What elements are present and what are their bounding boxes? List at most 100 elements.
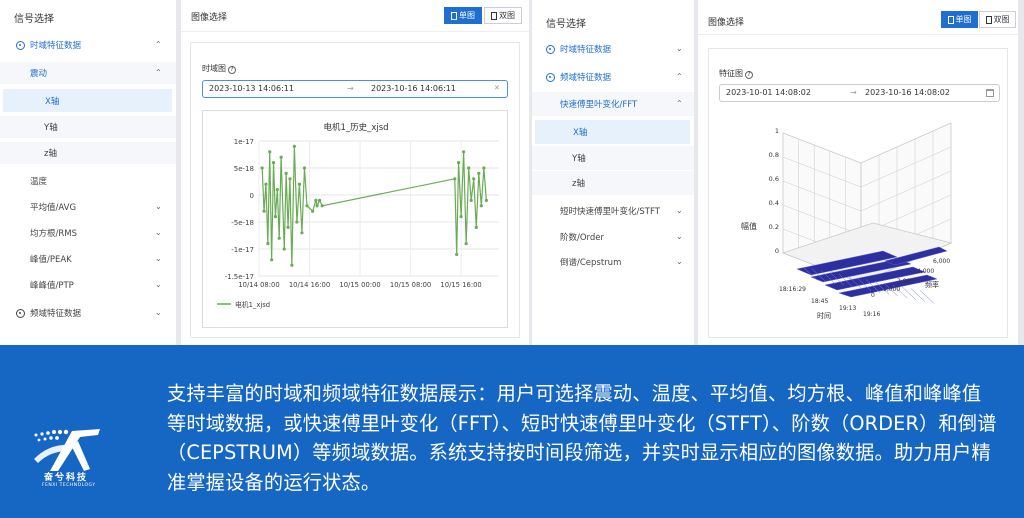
sidebar-item-temperature[interactable]: 温度 — [0, 172, 176, 190]
range-start[interactable]: 2023-10-01 14:08:02 — [726, 88, 811, 97]
sidebar-item-stft[interactable]: 短时快速傅里叶变化/STFT — [532, 202, 694, 220]
data-point — [284, 171, 288, 175]
image-select-title: 图像选择 — [191, 13, 228, 23]
range-start[interactable]: 2023-10-13 14:06:11 — [209, 84, 294, 93]
sidebar-title: 信号选择 — [546, 19, 586, 30]
sidebar-item-peak[interactable]: 峰值/PEAK — [0, 250, 176, 268]
sidebar-item-x-axis[interactable]: X轴 — [535, 120, 690, 144]
y-tick-label: 5e-18 — [234, 165, 254, 173]
chevron-down-icon: ⌄ — [155, 228, 162, 237]
z-tick-label: 1 — [775, 127, 779, 135]
sidebar-item-time-domain[interactable]: 时域特征数据 — [0, 36, 176, 54]
left-main: 图像选择 单图 双图 时域图? 2023-10-13 14:06:11 → 20… — [181, 0, 529, 345]
y-axis-label: 频率 — [925, 280, 939, 289]
data-point — [286, 225, 290, 229]
gear-icon — [546, 72, 555, 82]
logo-english-name: FENXI TECHNOLOGY — [42, 483, 96, 488]
double-chart-button[interactable]: 双图 — [484, 7, 522, 24]
sidebar-item-freq-domain[interactable]: 频域特征数据 — [532, 68, 694, 86]
sidebar-item-y-axis[interactable]: Y轴 — [532, 146, 694, 170]
legend-label: 电机1_xjsd — [235, 300, 270, 309]
x-tick-label: 18:16:29 — [779, 286, 806, 293]
data-point — [282, 247, 286, 251]
sidebar-item-order[interactable]: 阶数/Order — [532, 228, 694, 246]
chart-card: 特征图? 2023-10-01 14:08:02 → 2023-10-16 14… — [708, 48, 1008, 338]
sidebar-item-y-axis[interactable]: Y轴 — [0, 116, 176, 138]
sidebar-item-label: 时域特征数据 — [30, 41, 82, 51]
data-point — [482, 166, 486, 170]
right-main: 图像选择 单图 双图 特征图? 2023-10-01 14:08:02 → 20… — [698, 0, 1018, 345]
right-sidebar: 信号选择 时域特征数据 ⌄ 频域特征数据 ⌃ 快速傅里叶变化/FFT ⌃ X轴 … — [532, 0, 694, 345]
sidebar-item-z-axis[interactable]: z轴 — [0, 142, 176, 164]
data-point — [271, 161, 276, 165]
gear-icon — [16, 40, 25, 50]
chart-title: 电机1_历史_xjsd — [323, 122, 388, 133]
chevron-down-icon: ⌄ — [676, 232, 683, 241]
document-icon — [491, 11, 497, 20]
z-tick-label: 0.4 — [769, 199, 779, 207]
date-range-picker[interactable]: 2023-10-13 14:06:11 → 2023-10-16 14:06:1… — [202, 80, 508, 98]
y-tick-label: 2,000 — [897, 278, 914, 285]
data-point — [270, 258, 274, 262]
x-tick-label: 18:45 — [811, 298, 828, 305]
data-point — [290, 263, 294, 267]
z-tick-label: 0.2 — [769, 223, 779, 231]
chevron-up-icon: ⌃ — [155, 68, 162, 77]
data-point — [318, 198, 322, 202]
z-tick-label: 0 — [775, 247, 779, 255]
data-point — [302, 166, 307, 170]
field-label: 时域图? — [202, 63, 236, 74]
sidebar-item-ptp[interactable]: 峰峰值/PTP — [0, 276, 176, 294]
company-logo — [34, 429, 100, 471]
range-arrow: → — [347, 84, 354, 93]
x-tick-label: 19:13 — [839, 305, 856, 312]
data-point — [315, 204, 319, 208]
data-point — [314, 198, 318, 202]
clear-icon[interactable]: ✕ — [494, 84, 500, 92]
sidebar-item-time-domain[interactable]: 时域特征数据 — [532, 40, 694, 58]
single-chart-button[interactable]: 单图 — [444, 7, 482, 24]
calendar-icon[interactable] — [986, 89, 994, 97]
chevron-down-icon: ⌄ — [676, 257, 683, 266]
image-select-title: 图像选择 — [708, 18, 745, 28]
data-point — [479, 204, 483, 208]
chevron-up-icon: ⌃ — [676, 72, 683, 81]
y-tick-label: 0 — [871, 292, 875, 299]
x-tick-label: 19:16 — [863, 311, 880, 318]
y-tick-label: 1,000 — [883, 286, 900, 293]
sidebar-title: 信号选择 — [14, 14, 54, 25]
range-end[interactable]: 2023-10-16 14:06:11 — [371, 84, 456, 93]
sidebar-item-freq-domain[interactable]: 频域特征数据 — [0, 304, 176, 322]
single-chart-button[interactable]: 单图 — [941, 11, 978, 28]
double-chart-button[interactable]: 双图 — [979, 11, 1016, 28]
sidebar-item-label: X轴 — [45, 96, 60, 107]
logo-name: 奋兮科技 — [44, 473, 89, 483]
chevron-down-icon: ⌄ — [155, 280, 162, 289]
sidebar-item-fft[interactable]: 快速傅里叶变化/FFT — [532, 92, 694, 116]
x-tick-label: 10/14 16:00 — [289, 281, 330, 289]
z-tick-label: 0.8 — [769, 151, 779, 159]
chevron-down-icon: ⌄ — [676, 44, 683, 53]
sidebar-item-z-axis[interactable]: z轴 — [532, 171, 694, 195]
x-tick-label: 10/15 08:00 — [390, 281, 431, 289]
data-point — [469, 198, 473, 202]
sidebar-item-avg[interactable]: 平均值/AVG — [0, 198, 176, 216]
sidebar-item-vibration[interactable]: 震动 — [0, 62, 176, 84]
data-point — [264, 182, 268, 186]
data-point — [456, 161, 461, 165]
data-point — [268, 150, 272, 154]
sidebar-item-cepstrum[interactable]: 倒谱/Cepstrum — [532, 253, 694, 271]
sidebar-item-rms[interactable]: 均方根/RMS — [0, 224, 176, 242]
sidebar-item-label: 震动 — [30, 69, 48, 79]
sidebar-item-x-axis[interactable]: X轴 — [3, 89, 172, 112]
document-icon — [985, 15, 992, 24]
data-point — [474, 225, 478, 229]
y-tick-label: -5e-18 — [231, 219, 254, 227]
y-tick-label: 0 — [250, 192, 254, 200]
range-end[interactable]: 2023-10-16 14:08:02 — [865, 88, 950, 97]
document-icon — [451, 11, 457, 20]
sidebar-item-label: z轴 — [44, 149, 57, 159]
date-range-picker[interactable]: 2023-10-01 14:08:02 → 2023-10-16 14:08:0… — [719, 84, 1000, 102]
data-point — [292, 144, 296, 148]
data-point — [484, 198, 488, 202]
